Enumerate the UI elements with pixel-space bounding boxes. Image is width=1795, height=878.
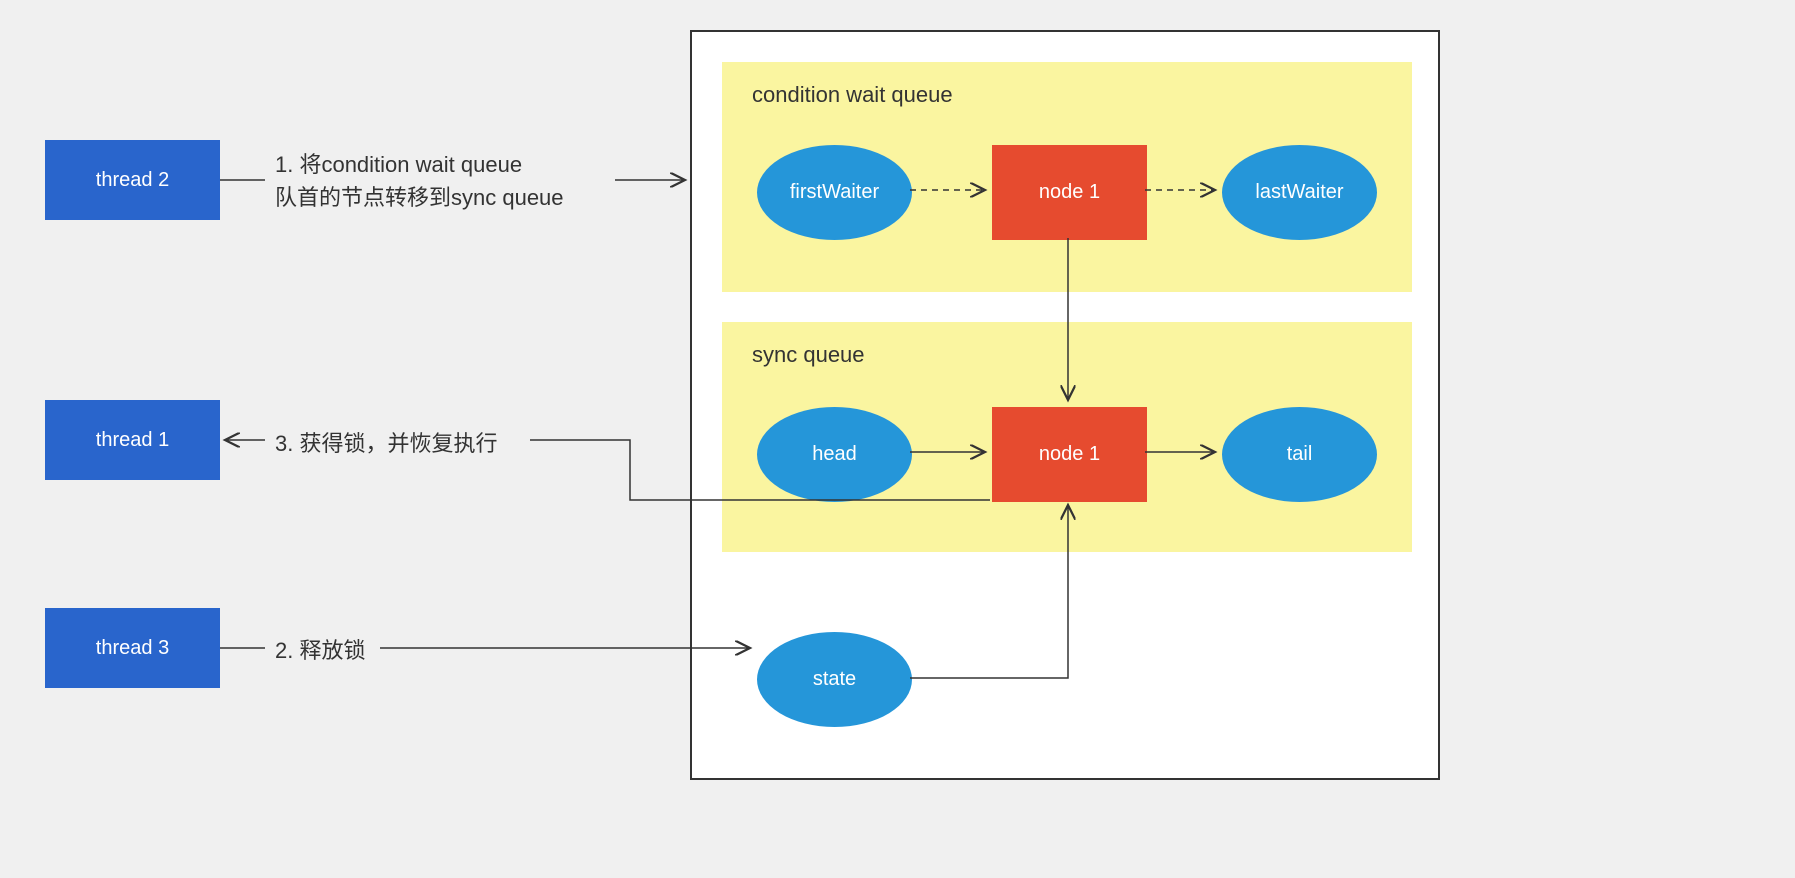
state-node: state [757,632,912,727]
thread-1-label: thread 1 [96,429,169,452]
first-waiter-node: firstWaiter [757,145,912,240]
node1-top: node 1 [992,145,1147,240]
main-container: condition wait queue sync queue firstWai… [690,30,1440,780]
thread-1-box: thread 1 [45,400,220,480]
step2-label: 2. 释放锁 [275,634,365,667]
state-label: state [813,668,856,691]
node1-top-label: node 1 [1039,181,1100,204]
head-node: head [757,407,912,502]
sync-queue-title: sync queue [752,342,865,368]
thread-2-label: thread 2 [96,169,169,192]
last-waiter-label: lastWaiter [1255,181,1343,204]
node1-bottom-label: node 1 [1039,443,1100,466]
thread-3-label: thread 3 [96,637,169,660]
step3-label: 3. 获得锁，并恢复执行 [275,427,497,460]
tail-node: tail [1222,407,1377,502]
condition-queue-title: condition wait queue [752,82,953,108]
step1-label: 1. 将condition wait queue 队首的节点转移到sync qu… [275,148,564,214]
last-waiter-node: lastWaiter [1222,145,1377,240]
tail-label: tail [1287,443,1313,466]
head-label: head [812,443,857,466]
thread-2-box: thread 2 [45,140,220,220]
node1-bottom: node 1 [992,407,1147,502]
first-waiter-label: firstWaiter [790,181,879,204]
thread-3-box: thread 3 [45,608,220,688]
